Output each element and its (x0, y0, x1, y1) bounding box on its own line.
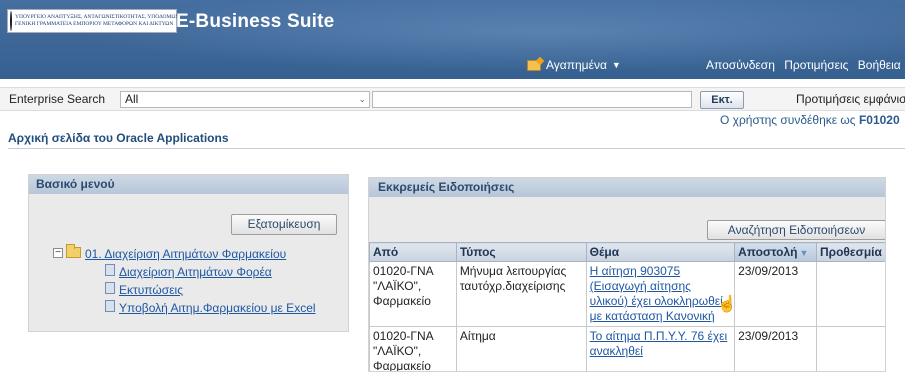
divider (8, 148, 905, 149)
ministry-logo: ΥΠΟΥΡΓΕΙΟ ΑΝΑΠΤΥΞΗΣ, ΑΝΤΑΓΩΝΙΣΤΙΚΟΤΗΤΑΣ,… (7, 9, 180, 33)
emblem-icon (10, 11, 12, 31)
logout-link[interactable]: Αποσύνδεση (706, 58, 775, 72)
sort-desc-icon: ▼ (799, 248, 809, 258)
cell-from: 01020-ΓΝΑ "ΛΑΪΚΟ", Φαρμακείο (369, 261, 457, 327)
column-header-subject[interactable]: Θέμα (585, 242, 736, 262)
preferences-link[interactable]: Προτιμήσεις (784, 58, 848, 72)
favorites-label: Αγαπημένα (546, 58, 607, 72)
menu-folder-link[interactable]: 01. Διαχείριση Αιτημάτων Φαρμακείου (85, 247, 286, 261)
logo-text: ΥΠΟΥΡΓΕΙΟ ΑΝΑΠΤΥΞΗΣ, ΑΝΤΑΓΩΝΙΣΤΙΚΟΤΗΤΑΣ,… (15, 14, 180, 27)
cell-sent: 23/09/2013 (734, 326, 818, 371)
main-menu-title: Βασικό μενού (29, 175, 348, 194)
cell-type: Μήνυμα λειτουργίας ταυτόχρ.διαχείρισης (455, 261, 587, 327)
collapse-icon[interactable]: − (53, 248, 63, 258)
help-link[interactable]: Βοήθεια (858, 58, 901, 72)
notifications-title: Εκκρεμείς Ειδοποιήσεις (369, 178, 885, 197)
document-icon (105, 282, 115, 294)
app-title: E-Business Suite (176, 11, 335, 32)
menu-item-link[interactable]: Εκτυπώσεις (119, 283, 183, 297)
logged-in-status: Ο χρήστης συνδέθηκε ως F01020 (720, 113, 900, 127)
table-header-row: Από Τύπος Θέμα Αποστολή ▼ Προθεσμία (369, 242, 885, 262)
search-go-button[interactable]: Εκτ. (700, 91, 744, 109)
cell-due (816, 326, 885, 371)
logged-in-user: F01020 (858, 113, 900, 127)
notifications-table: Από Τύπος Θέμα Αποστολή ▼ Προθεσμία 01020… (369, 242, 885, 371)
column-header-due[interactable]: Προθεσμία (816, 242, 885, 262)
cell-from: 01020-ΓΝΑ "ΛΑΪΚΟ", Φαρμακείο (369, 326, 457, 371)
cell-type: Αίτημα (455, 326, 587, 371)
table-row: 01020-ΓΝΑ "ΛΑΪΚΟ", Φαρμακείο Μήνυμα λειτ… (369, 261, 885, 327)
column-header-type[interactable]: Τύπος (455, 242, 587, 262)
cell-sent: 23/09/2013 (734, 261, 818, 327)
document-icon (105, 300, 115, 312)
column-header-sent[interactable]: Αποστολή ▼ (734, 242, 818, 262)
notification-subject-link[interactable]: Το αίτημα Π.Π.Υ.Υ. 76 έχει ανακληθεί (585, 326, 736, 371)
display-preferences-link[interactable]: Προτιμήσεις εμφάνισης (796, 92, 905, 106)
main-menu-panel: Βασικό μενού Εξατομίκευση − 01. Διαχείρι… (28, 174, 349, 332)
search-input[interactable] (372, 91, 692, 108)
global-links: Αποσύνδεση Προτιμήσεις Βοήθεια (706, 58, 905, 72)
search-scope-select[interactable]: All ⌄ (120, 91, 370, 108)
document-icon (105, 264, 115, 276)
page-title: Αρχική σελίδα του Oracle Applications (8, 131, 229, 145)
personalize-button[interactable]: Εξατομίκευση (231, 214, 337, 235)
search-notifications-button[interactable]: Αναζήτηση Ειδοποιήσεων (707, 220, 885, 240)
enterprise-search-bar: Enterprise Search All ⌄ Εκτ. Προτιμήσεις… (0, 87, 905, 111)
hand-cursor-icon: ☝ (717, 296, 737, 313)
cell-due (816, 261, 885, 327)
favorites-menu[interactable]: Αγαπημένα ▼ (527, 58, 621, 72)
column-header-from[interactable]: Από (369, 242, 457, 262)
header-banner: ΥΠΟΥΡΓΕΙΟ ΑΝΑΠΤΥΞΗΣ, ΑΝΤΑΓΩΝΙΣΤΙΚΟΤΗΤΑΣ,… (0, 0, 905, 79)
search-label: Enterprise Search (9, 92, 106, 106)
chevron-down-icon: ⌄ (358, 94, 366, 104)
notification-subject-link[interactable]: Η αίτηση 903075 (Εισαγωγή αίτησης υλικού… (585, 261, 736, 327)
favorites-folder-icon (527, 59, 541, 71)
notifications-panel: Εκκρεμείς Ειδοποιήσεις Αναζήτηση Ειδοποι… (368, 177, 886, 372)
folder-icon (66, 244, 81, 258)
search-scope-value: All (125, 92, 139, 106)
menu-item-link[interactable]: Υποβολή Αιτημ.Φαρμακείου με Excel (119, 301, 316, 315)
table-row: 01020-ΓΝΑ "ΛΑΪΚΟ", Φαρμακείο Αίτημα Το α… (369, 326, 885, 371)
menu-item-link[interactable]: Διαχείριση Αιτημάτων Φορέα (119, 265, 272, 279)
caret-down-icon: ▼ (611, 60, 621, 70)
